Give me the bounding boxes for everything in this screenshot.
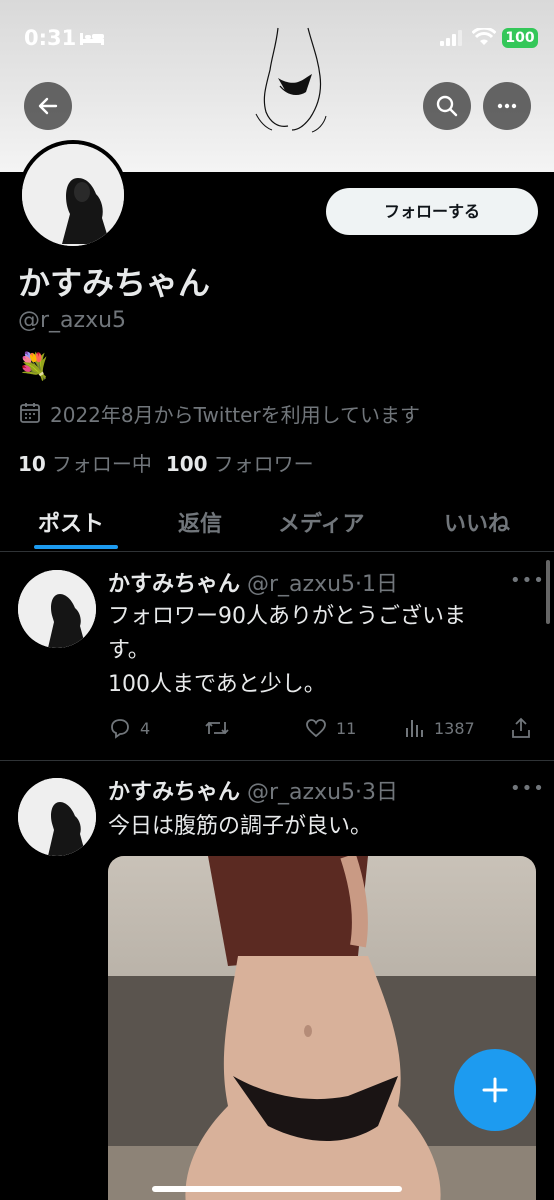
tweet-media-image[interactable] (108, 856, 536, 1200)
tweet-more-button[interactable]: ••• (510, 778, 545, 799)
retweet-icon (205, 721, 229, 735)
display-name: かすみちゃん (18, 264, 211, 302)
tweet-header: かすみちゃん @r_azxu5·1日 (108, 566, 398, 598)
more-horizontal-icon (497, 103, 517, 109)
join-date-text: 2022年8月からTwitterを利用しています (50, 402, 421, 427)
tweet-author-name[interactable]: かすみちゃん (108, 780, 240, 805)
scrollbar[interactable] (546, 560, 550, 624)
search-button[interactable] (423, 82, 471, 130)
tweet-more-button[interactable]: ••• (510, 570, 545, 591)
compose-button[interactable] (454, 1049, 536, 1131)
views-button[interactable]: 1387 (404, 716, 475, 740)
arrow-left-icon (38, 97, 58, 115)
tab-posts[interactable]: ポスト (38, 506, 104, 538)
like-count: 11 (336, 718, 357, 738)
bio: 💐 (18, 352, 51, 382)
search-icon (436, 95, 458, 117)
home-indicator[interactable] (152, 1186, 402, 1192)
user-handle: @r_azxu5 (18, 308, 127, 333)
retweet-button[interactable] (204, 716, 230, 740)
profile-avatar[interactable] (18, 140, 128, 250)
tweet-text[interactable]: 今日は腹筋の調子が良い。 (108, 810, 528, 844)
avatar-photo (22, 144, 124, 246)
tweet-meta: @r_azxu5·3日 (247, 780, 399, 805)
tweet-text-line: す。 (108, 638, 150, 663)
tweet-author-name[interactable]: かすみちゃん (108, 572, 240, 597)
reply-icon (111, 719, 129, 739)
tweet-header: かすみちゃん @r_azxu5·3日 (108, 774, 398, 806)
following-label: フォロー中 (51, 452, 152, 476)
calendar-icon (20, 403, 40, 423)
tweet-text-line: フォロワー90人ありがとうございま (108, 604, 466, 629)
profile-tabs: ポスト 返信 メディア いいね (0, 496, 554, 552)
join-date: 2022年8月からTwitterを利用しています (18, 398, 420, 428)
tweet-text-line: 今日は腹筋の調子が良い。 (108, 814, 373, 839)
heart-icon (306, 719, 326, 738)
analytics-icon (406, 720, 423, 737)
cellular-signal-icon (440, 30, 462, 46)
tab-replies[interactable]: 返信 (178, 506, 222, 538)
reply-count: 4 (140, 718, 151, 738)
following-count: 10 (18, 452, 46, 476)
status-time: 0:31 (24, 26, 77, 50)
view-count: 1387 (434, 718, 475, 738)
reply-button[interactable]: 4 (108, 716, 150, 740)
follow-stats: 10 フォロー中 100 フォロワー (18, 448, 314, 477)
tab-likes[interactable]: いいね (444, 506, 510, 538)
share-icon (512, 717, 530, 738)
sleep-mode-icon (80, 33, 104, 45)
plus-icon (482, 1077, 508, 1103)
status-bar: 0:31 100 (0, 22, 554, 62)
following-link[interactable]: 10 フォロー中 (18, 448, 152, 477)
tab-media[interactable]: メディア (278, 506, 364, 538)
follow-button[interactable]: フォローする (326, 188, 538, 235)
followers-count: 100 (165, 452, 208, 476)
wifi-icon (472, 28, 496, 45)
active-tab-indicator (34, 545, 118, 549)
tweet-text[interactable]: フォロワー90人ありがとうございま す。 100人まであと少し。 (108, 600, 528, 702)
tweet-actions: 4 11 1387 (108, 716, 538, 742)
back-button[interactable] (24, 82, 72, 130)
like-button[interactable]: 11 (304, 716, 356, 740)
followers-label: フォロワー (213, 452, 314, 476)
tweet-avatar[interactable] (18, 778, 96, 856)
avatar-photo (18, 778, 96, 856)
share-button[interactable] (510, 716, 532, 740)
more-button[interactable] (483, 82, 531, 130)
tweet-meta: @r_azxu5·1日 (247, 572, 399, 597)
photo (108, 856, 536, 1200)
tweet-divider (0, 760, 554, 761)
tweet-avatar[interactable] (18, 570, 96, 648)
battery-indicator: 100 (502, 28, 538, 48)
tweet-text-line: 100人まであと少し。 (108, 672, 326, 697)
avatar-photo (18, 570, 96, 648)
followers-link[interactable]: 100 フォロワー (166, 448, 314, 477)
